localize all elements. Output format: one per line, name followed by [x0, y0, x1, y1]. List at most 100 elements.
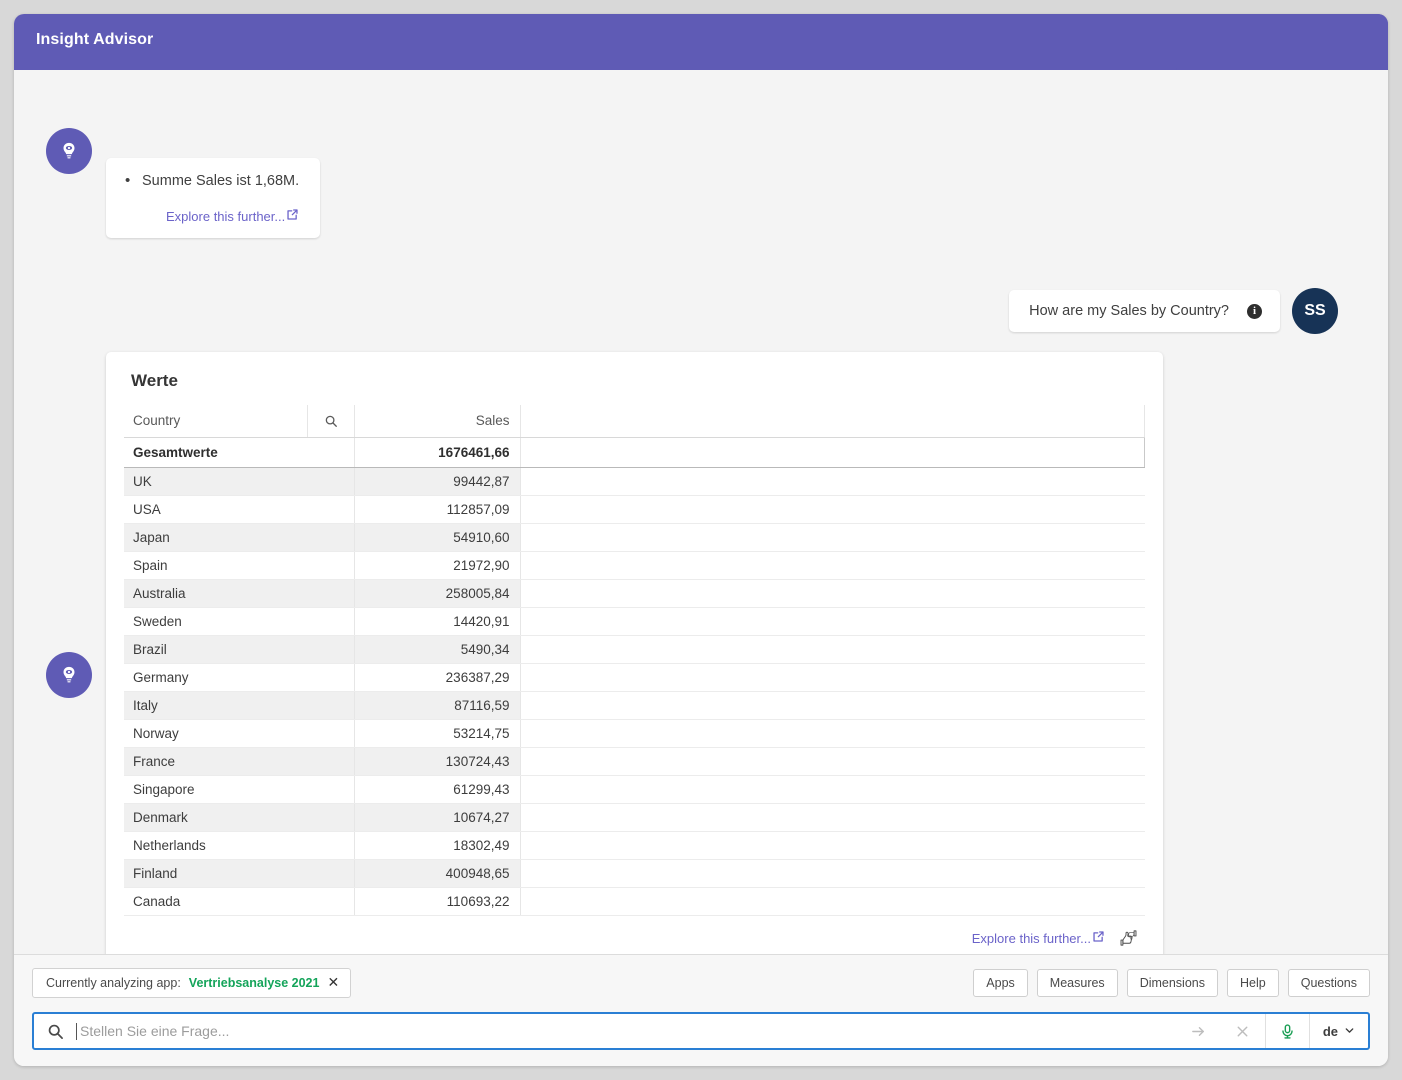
- avatar[interactable]: SS: [1292, 288, 1338, 334]
- language-selector[interactable]: de: [1309, 1014, 1368, 1048]
- cell-country: Denmark: [124, 803, 354, 831]
- explore-further-link-result[interactable]: Explore this further...: [972, 930, 1105, 946]
- insight-explore-row: Explore this further...: [122, 208, 304, 226]
- arrow-right-icon[interactable]: [1177, 1014, 1221, 1048]
- insight-bubble: Summe Sales ist 1,68M. Explore this furt…: [106, 158, 320, 238]
- table-row[interactable]: Canada110693,22: [124, 887, 1145, 915]
- footer-bar: Currently analyzing app: Vertriebsanalys…: [14, 954, 1388, 1066]
- insight-bullet-list: Summe Sales ist 1,68M.: [122, 172, 304, 192]
- table-row[interactable]: Singapore61299,43: [124, 775, 1145, 803]
- totals-value: 1676461,66: [354, 437, 520, 467]
- cell-sales: 87116,59: [354, 691, 520, 719]
- cell-blank: [520, 495, 1145, 523]
- explore-further-label: Explore this further...: [166, 209, 285, 224]
- thumbs-up-down-icon[interactable]: [1119, 930, 1138, 947]
- table-row[interactable]: UK99442,87: [124, 467, 1145, 495]
- table-row[interactable]: Spain21972,90: [124, 551, 1145, 579]
- column-header-sales[interactable]: Sales: [354, 405, 520, 437]
- help-button[interactable]: Help: [1227, 969, 1279, 997]
- question-search-bar: de: [32, 1012, 1370, 1050]
- cell-sales: 61299,43: [354, 775, 520, 803]
- table-row[interactable]: USA112857,09: [124, 495, 1145, 523]
- footer-buttons: Apps Measures Dimensions Help Questions: [973, 969, 1370, 997]
- cell-blank: [520, 551, 1145, 579]
- table-row[interactable]: Denmark10674,27: [124, 803, 1145, 831]
- cell-blank: [520, 859, 1145, 887]
- insight-advisor-window: Insight Advisor Summe Sales ist 1,68M. E…: [14, 14, 1388, 1066]
- table-row[interactable]: France130724,43: [124, 747, 1145, 775]
- cell-sales: 21972,90: [354, 551, 520, 579]
- language-label: de: [1323, 1024, 1338, 1039]
- table-header: Country Sales: [124, 405, 1145, 437]
- cell-sales: 99442,87: [354, 467, 520, 495]
- dimensions-button[interactable]: Dimensions: [1127, 969, 1218, 997]
- cell-sales: 10674,27: [354, 803, 520, 831]
- info-icon[interactable]: i: [1247, 304, 1262, 319]
- cell-sales: 258005,84: [354, 579, 520, 607]
- cell-blank: [520, 803, 1145, 831]
- cell-blank: [520, 719, 1145, 747]
- cell-sales: 53214,75: [354, 719, 520, 747]
- apps-button[interactable]: Apps: [973, 969, 1028, 997]
- close-icon[interactable]: ✕: [327, 976, 339, 990]
- column-header-country[interactable]: Country: [124, 405, 307, 437]
- values-table: Country Sales Gesamtwerte 1676461,66: [124, 405, 1145, 916]
- result-card-footer: Explore this further...: [124, 916, 1145, 955]
- title-bar-notch: [1176, 14, 1388, 75]
- result-card: Werte Country Sales: [106, 352, 1163, 954]
- table-row[interactable]: Brazil5490,34: [124, 635, 1145, 663]
- totals-blank: [520, 437, 1145, 467]
- totals-label: Gesamtwerte: [124, 437, 354, 467]
- cell-country: Italy: [124, 691, 354, 719]
- cell-blank: [520, 691, 1145, 719]
- cell-country: France: [124, 747, 354, 775]
- cell-sales: 110693,22: [354, 887, 520, 915]
- cell-country: Australia: [124, 579, 354, 607]
- table-row[interactable]: Sweden14420,91: [124, 607, 1145, 635]
- user-question-row: How are my Sales by Country? i SS: [1009, 288, 1338, 334]
- table-totals-body: Gesamtwerte 1676461,66: [124, 437, 1145, 467]
- table-row[interactable]: Italy87116,59: [124, 691, 1145, 719]
- table-row[interactable]: Australia258005,84: [124, 579, 1145, 607]
- table-totals-row: Gesamtwerte 1676461,66: [124, 437, 1145, 467]
- cell-sales: 5490,34: [354, 635, 520, 663]
- questions-button[interactable]: Questions: [1288, 969, 1370, 997]
- measures-button[interactable]: Measures: [1037, 969, 1118, 997]
- lightbulb-eye-icon: [46, 652, 92, 698]
- close-icon[interactable]: [1221, 1014, 1265, 1048]
- explore-further-link-insight[interactable]: Explore this further...: [166, 208, 299, 224]
- text-caret: [76, 1023, 77, 1040]
- column-header-blank: [520, 405, 1145, 437]
- cell-country: Brazil: [124, 635, 354, 663]
- cell-sales: 18302,49: [354, 831, 520, 859]
- cell-sales: 14420,91: [354, 607, 520, 635]
- cell-blank: [520, 635, 1145, 663]
- cell-country: UK: [124, 467, 354, 495]
- table-body: UK99442,87USA112857,09Japan54910,60Spain…: [124, 467, 1145, 915]
- insight-bullet: Summe Sales ist 1,68M.: [122, 172, 304, 192]
- explore-further-label: Explore this further...: [972, 931, 1091, 946]
- table-row[interactable]: Japan54910,60: [124, 523, 1145, 551]
- search-icon[interactable]: [307, 405, 354, 437]
- cell-country: Singapore: [124, 775, 354, 803]
- page-title: Insight Advisor: [36, 31, 153, 49]
- current-app-chip: Currently analyzing app: Vertriebsanalys…: [32, 968, 351, 998]
- cell-blank: [520, 579, 1145, 607]
- cell-blank: [520, 523, 1145, 551]
- cell-sales: 130724,43: [354, 747, 520, 775]
- table-row[interactable]: Germany236387,29: [124, 663, 1145, 691]
- cell-blank: [520, 775, 1145, 803]
- cell-blank: [520, 747, 1145, 775]
- microphone-icon[interactable]: [1265, 1014, 1309, 1048]
- table-row[interactable]: Norway53214,75: [124, 719, 1145, 747]
- cell-country: Sweden: [124, 607, 354, 635]
- cell-country: Spain: [124, 551, 354, 579]
- table-row[interactable]: Finland400948,65: [124, 859, 1145, 887]
- lightbulb-eye-icon: [46, 128, 92, 174]
- search-icon: [34, 1023, 76, 1040]
- search-input[interactable]: [80, 1014, 1177, 1048]
- cell-blank: [520, 663, 1145, 691]
- footer-top-row: Currently analyzing app: Vertriebsanalys…: [32, 968, 1370, 998]
- cell-sales: 400948,65: [354, 859, 520, 887]
- table-row[interactable]: Netherlands18302,49: [124, 831, 1145, 859]
